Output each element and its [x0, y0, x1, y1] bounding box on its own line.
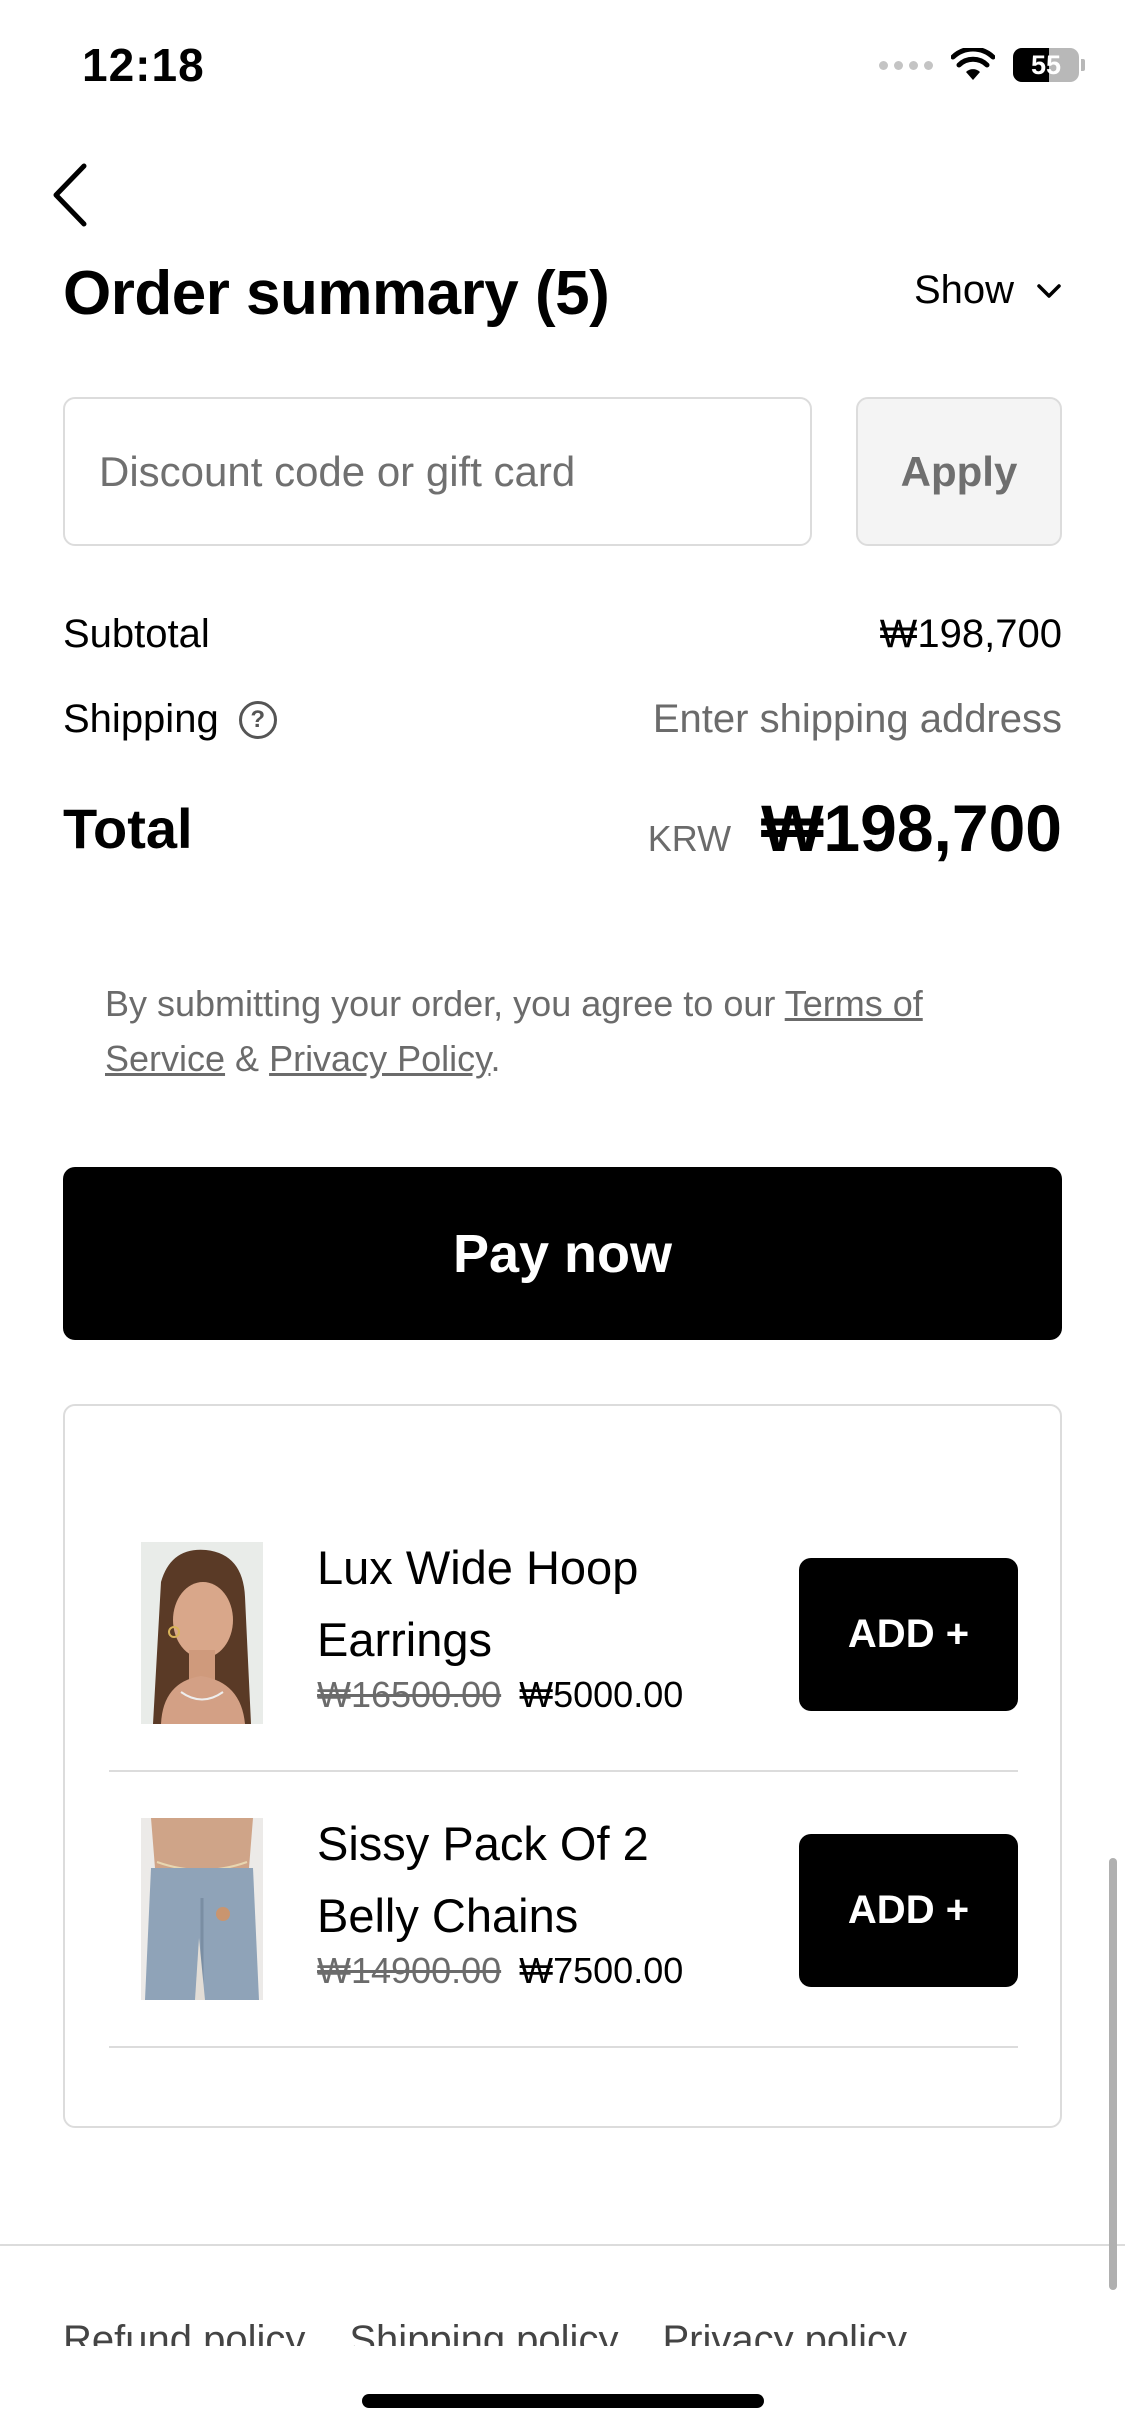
- subtotal-label: Subtotal: [63, 612, 210, 656]
- status-icons: 55: [879, 48, 1085, 82]
- footer-links: Refund policy Shipping policy Privacy po…: [63, 2318, 907, 2346]
- total-row: Total KRW ₩198,700: [63, 790, 1062, 866]
- original-price: ₩16500.00: [317, 1674, 502, 1715]
- pay-now-button[interactable]: Pay now: [63, 1167, 1062, 1340]
- terms-amp: &: [225, 1038, 270, 1079]
- product-prices: ₩16500.00 ₩5000.00: [317, 1674, 683, 1716]
- privacy-policy-link[interactable]: Privacy Policy: [269, 1038, 490, 1079]
- add-belly-chains-button[interactable]: ADD +: [799, 1834, 1018, 1987]
- terms-suffix: .: [490, 1038, 501, 1079]
- add-earrings-button[interactable]: ADD +: [799, 1558, 1018, 1711]
- status-time: 12:18: [82, 39, 205, 91]
- sale-price: ₩5000.00: [519, 1674, 684, 1715]
- shipping-row: Shipping ? Enter shipping address: [63, 697, 1062, 742]
- back-button[interactable]: [40, 160, 100, 230]
- total-amount-group: KRW ₩198,700: [648, 790, 1062, 866]
- footer-divider: [0, 2244, 1125, 2246]
- subtotal-row: Subtotal ₩198,700: [63, 612, 1062, 657]
- discount-code-input[interactable]: [63, 397, 812, 546]
- wifi-icon: [951, 48, 995, 80]
- scrollbar[interactable]: [1109, 1858, 1117, 2290]
- chevron-down-icon: [1037, 283, 1061, 298]
- apply-button[interactable]: Apply: [856, 397, 1062, 546]
- original-price: ₩14900.00: [317, 1950, 502, 1991]
- product-name: Sissy Pack Of 2 Belly Chains: [317, 1817, 649, 1942]
- page-title: Order summary (5): [63, 259, 610, 328]
- shipping-policy-link[interactable]: Shipping policy: [349, 2318, 618, 2346]
- product-image-earrings: [141, 1542, 263, 1724]
- product-image-belly-chains: [141, 1818, 263, 2000]
- terms-notice: By submitting your order, you agree to o…: [105, 976, 1005, 1086]
- upsell-item: Sissy Pack Of 2 Belly Chains ₩14900.00 ₩…: [109, 1772, 1018, 2048]
- upsell-item: Lux Wide Hoop Earrings ₩16500.00 ₩5000.0…: [109, 1496, 1018, 1772]
- chevron-left-icon: [53, 163, 87, 227]
- product-prices: ₩14900.00 ₩7500.00: [317, 1950, 683, 1992]
- show-order-toggle[interactable]: Show: [914, 268, 1062, 313]
- cellular-signal-icon: [879, 60, 933, 70]
- battery-icon: 55: [1013, 48, 1085, 82]
- battery-level: 55: [1030, 49, 1062, 80]
- total-currency: KRW: [647, 818, 732, 859]
- checkout-page: 12:18 55 Order summary (5) Show Apply: [0, 0, 1125, 2436]
- total-label: Total: [63, 796, 193, 860]
- help-icon[interactable]: ?: [238, 700, 277, 739]
- subtotal-value: ₩198,700: [879, 612, 1062, 656]
- terms-prefix: By submitting your order, you agree to o…: [105, 983, 785, 1024]
- upsell-card: Lux Wide Hoop Earrings ₩16500.00 ₩5000.0…: [63, 1404, 1062, 2128]
- shipping-value: Enter shipping address: [652, 697, 1062, 741]
- shipping-label: Shipping: [63, 697, 219, 741]
- privacy-policy-footer-link[interactable]: Privacy policy: [662, 2318, 907, 2346]
- shipping-label-group: Shipping ?: [63, 697, 277, 742]
- total-value: ₩198,700: [761, 791, 1062, 865]
- refund-policy-link[interactable]: Refund policy: [63, 2318, 305, 2346]
- product-name: Lux Wide Hoop Earrings: [317, 1541, 639, 1666]
- sale-price: ₩7500.00: [519, 1950, 684, 1991]
- home-indicator[interactable]: [362, 2394, 764, 2408]
- show-label: Show: [913, 268, 1014, 312]
